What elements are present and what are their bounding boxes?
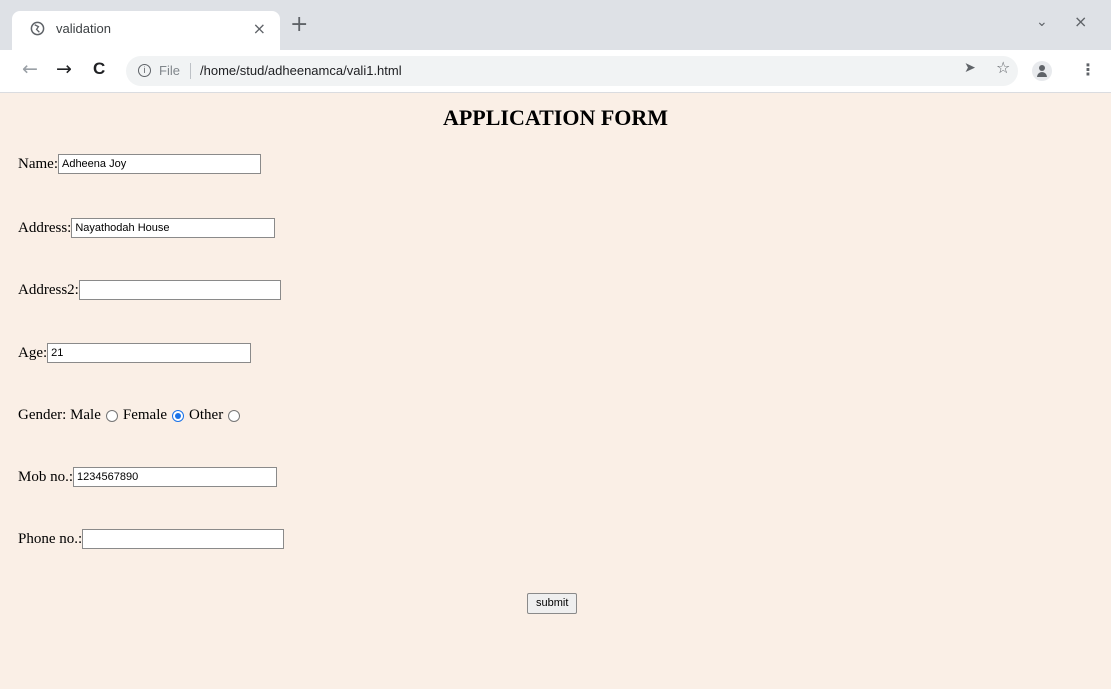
name-input[interactable] [57,154,261,174]
address-row: Address: [18,218,276,238]
browser-toolbar: ← → C i File /home/stud/adheenamca/vali1… [0,50,1111,93]
gender-radio-female[interactable] [172,409,185,422]
age-row: Age: [18,343,252,363]
window-close-icon[interactable]: × [1074,12,1087,31]
gender-option-other-label: Other [189,407,224,423]
gender-option-female-label: Female [122,407,168,423]
tab-bar: validation × + ⌄ × [0,0,1111,50]
phone-label: Phone no.: [18,530,83,547]
phone-input[interactable] [82,529,285,549]
forward-arrow-icon[interactable]: → [56,59,72,79]
page-title: APPLICATION FORM [442,105,669,130]
age-input[interactable] [47,343,252,363]
mob-input[interactable] [73,467,278,487]
globe-icon [30,21,45,36]
gender-label: Gender: [18,407,67,423]
profile-icon[interactable] [1032,61,1052,81]
bookmark-star-icon[interactable]: ☆ [996,58,1010,77]
name-label: Name: [18,155,58,172]
address-label: Address: [18,219,72,236]
info-icon[interactable]: i [138,64,151,77]
new-tab-icon[interactable]: + [290,14,308,36]
reload-icon[interactable]: C [93,59,105,79]
omnibox-divider [190,63,191,79]
submit-button[interactable]: submit [527,593,578,614]
share-icon[interactable]: ➤ [964,60,976,76]
file-label: File [159,63,180,78]
page-content: APPLICATION FORM Name: Address: Address2… [0,93,1111,689]
gender-option-male-label: Male [70,407,101,423]
phone-row: Phone no.: [18,529,285,549]
gender-radio-male[interactable] [105,409,118,422]
name-row: Name: [18,154,261,174]
tab-title: validation [56,21,111,36]
address2-row: Address2: [18,280,281,300]
mob-row: Mob no.: [18,467,278,487]
kebab-menu-icon[interactable]: ⋮ [1080,60,1096,79]
gender-radio-other[interactable] [228,409,241,422]
browser-tab[interactable]: validation × [12,11,280,50]
age-label: Age: [18,344,48,361]
address-input[interactable] [71,218,276,238]
tab-close-icon[interactable]: × [253,19,266,38]
chevron-down-icon[interactable]: ⌄ [1036,14,1048,30]
gender-row: Gender: Male Female Other [18,407,245,424]
mob-label: Mob no.: [18,468,74,485]
address2-input[interactable] [78,280,281,300]
url-text[interactable]: /home/stud/adheenamca/vali1.html [200,63,402,78]
back-arrow-icon[interactable]: ← [22,59,38,79]
address-bar[interactable]: i File /home/stud/adheenamca/vali1.html [126,56,1018,86]
address2-label: Address2: [18,281,79,298]
